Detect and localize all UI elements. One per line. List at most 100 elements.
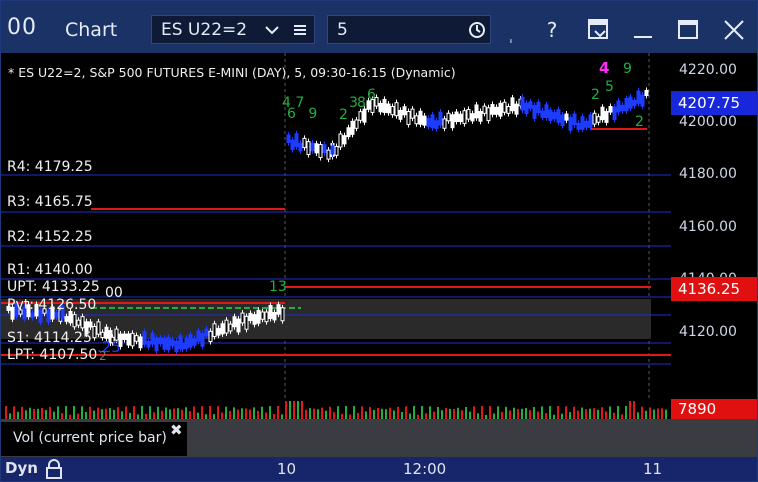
candle [600, 106, 605, 121]
volume-bar [45, 410, 47, 419]
volume-bar [525, 407, 527, 419]
candle [338, 133, 343, 148]
count-marker: 2 [339, 107, 348, 123]
help-icon[interactable]: ? [537, 15, 567, 45]
s1-label: S1: 4114.25 [7, 330, 92, 346]
volume-bar [665, 409, 667, 419]
volume-bar [157, 406, 159, 419]
candle [236, 318, 241, 333]
volume-bar [325, 410, 327, 419]
volume-bar [265, 412, 267, 419]
candle [536, 101, 541, 114]
r4-label: R4: 4179.25 [7, 159, 93, 175]
symbol-value: ES U22=2 [161, 20, 248, 40]
volume-bar [469, 411, 471, 419]
close-icon[interactable] [721, 17, 747, 43]
chart-window: 00 Chart ES U22=2 5 ˌ ? * ES U22=2, S&P … [0, 0, 758, 482]
volume-bar [481, 406, 483, 419]
lock-icon[interactable] [44, 459, 64, 479]
candle [514, 103, 519, 115]
candle [528, 101, 533, 109]
candle [398, 109, 403, 120]
volume-bar [321, 407, 323, 419]
volume-bar [201, 406, 203, 419]
volume-bar [589, 408, 591, 419]
maximize-icon[interactable] [676, 18, 702, 42]
pin-icon[interactable]: ˌ [509, 29, 513, 45]
volume-bar [5, 406, 7, 419]
candle [174, 340, 179, 353]
candle [454, 111, 459, 123]
candle [248, 312, 253, 321]
candle [506, 106, 511, 114]
candle [568, 117, 573, 131]
volume-bar [241, 408, 243, 419]
volume-bar [421, 406, 423, 419]
last-price-tag: 4207.75 [671, 91, 757, 115]
candle [302, 137, 307, 149]
app-logo: 00 [7, 15, 37, 40]
candle [560, 114, 565, 127]
candle [280, 307, 285, 322]
chevron-down-icon[interactable] [264, 24, 280, 36]
minimize-icon[interactable] [631, 18, 657, 42]
candle [624, 97, 629, 112]
candle [354, 119, 359, 129]
volume-bar [457, 407, 459, 419]
candle [378, 102, 383, 113]
volume-bar [185, 407, 187, 419]
close-indicator-icon[interactable]: ✖ [170, 421, 183, 439]
candle [334, 145, 339, 156]
volume-bar [605, 411, 607, 419]
candle [290, 139, 295, 151]
volume-bar [537, 411, 539, 419]
volume-bar [49, 407, 51, 419]
time-axis[interactable]: Dyn 10 12:00 11 [1, 457, 757, 481]
candle [592, 112, 597, 125]
candle [96, 321, 101, 335]
volume-bar [81, 406, 83, 419]
volume-chart [5, 401, 667, 419]
volume-bar [217, 406, 219, 419]
volume-bar [141, 406, 143, 419]
count-marker: 9 [623, 61, 632, 77]
symbol-selector[interactable]: ES U22=2 [151, 15, 315, 44]
candle [130, 332, 135, 347]
volume-bar [285, 401, 287, 419]
interval-selector[interactable]: 5 [327, 15, 491, 44]
volume-bar [313, 408, 315, 419]
candle [604, 111, 609, 123]
list-icon[interactable] [292, 23, 308, 37]
volume-bar [465, 406, 467, 419]
dyn-label[interactable]: Dyn [5, 459, 38, 477]
volume-bar [177, 408, 179, 419]
candle [446, 112, 451, 122]
volume-bar [509, 410, 511, 419]
candle [410, 108, 415, 119]
volume-bar [501, 411, 503, 419]
volume-bar [209, 406, 211, 419]
volume-indicator-label[interactable]: Vol (current price bar) [1, 422, 187, 456]
candle [556, 109, 561, 123]
candle [572, 113, 577, 126]
volume-bar [445, 407, 447, 419]
price-chart[interactable]: * ES U22=2, S&P 500 FUTURES E-MINI (DAY)… [1, 53, 671, 401]
candle [326, 149, 331, 160]
clock-icon[interactable] [468, 21, 486, 39]
candle [244, 315, 249, 330]
volume-bar [113, 409, 115, 419]
candle [628, 96, 633, 109]
candle [330, 145, 335, 155]
candle [462, 110, 467, 125]
candle [192, 338, 197, 346]
volume-bar [413, 406, 415, 419]
volume-bar [393, 410, 395, 419]
link-dropdown-icon[interactable] [587, 18, 613, 42]
candle [414, 115, 419, 125]
stub-2-label: 2 [99, 349, 107, 363]
volume-bar [365, 411, 367, 419]
volume-bar [565, 406, 567, 419]
volume-bar [85, 412, 87, 419]
candle [426, 118, 431, 127]
candle [298, 142, 303, 152]
